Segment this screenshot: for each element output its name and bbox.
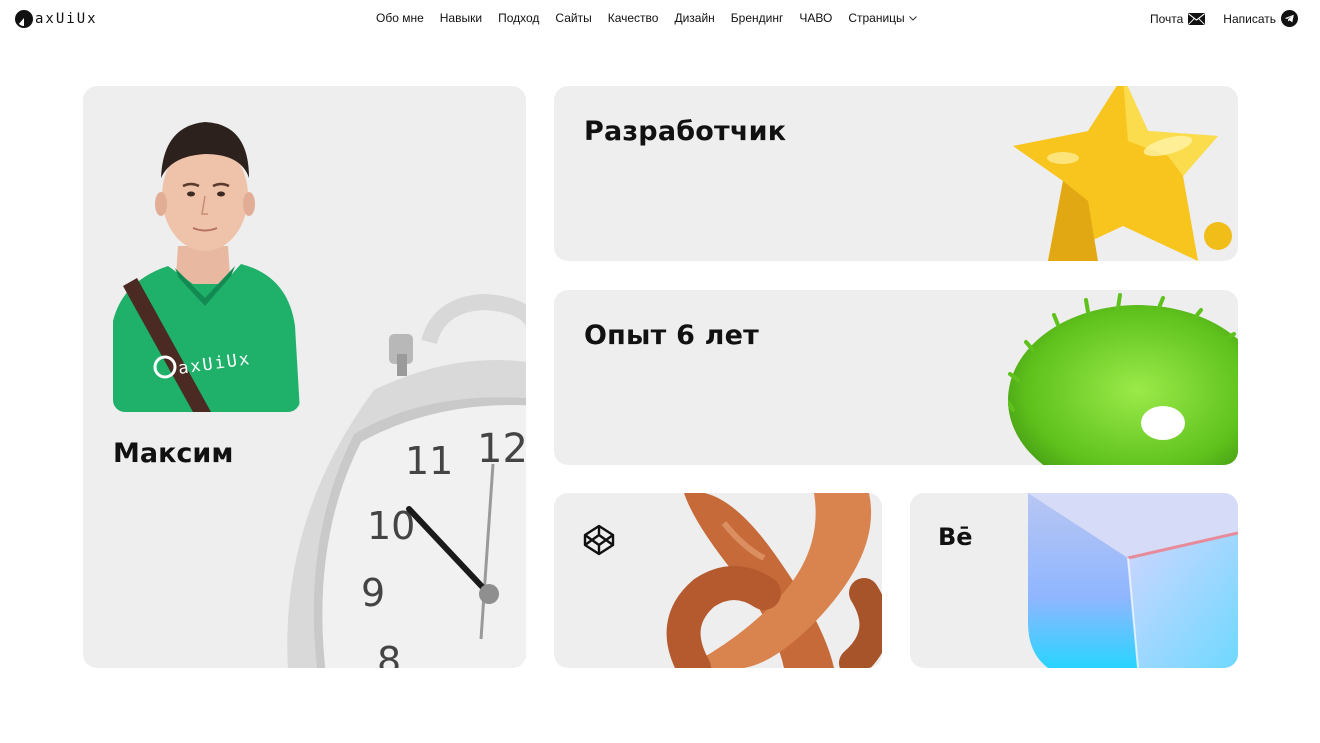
codepen-card[interactable] [554, 493, 882, 668]
nav-pages-label: Страницы [848, 11, 905, 25]
site-header: axUiUx Обо мне Навыки Подход Сайты Качес… [0, 0, 1320, 38]
fur-ring-icon [1008, 293, 1238, 465]
developer-title: Разработчик [584, 116, 787, 147]
header-contacts: Почта Написать [1150, 10, 1298, 27]
logo[interactable]: axUiUx [14, 8, 98, 30]
wooden-knot-icon [666, 493, 882, 668]
nav-quality[interactable]: Качество [600, 10, 667, 26]
nav-skills[interactable]: Навыки [432, 10, 490, 26]
experience-title: Опыт 6 лет [584, 320, 759, 351]
nav-approach[interactable]: Подход [490, 10, 547, 26]
developer-card[interactable]: Разработчик [554, 86, 1238, 261]
nav-pages-dropdown[interactable]: Страницы [840, 10, 925, 26]
nav-design[interactable]: Дизайн [666, 10, 722, 26]
nav-sites[interactable]: Сайты [547, 10, 599, 26]
write-label: Написать [1223, 11, 1276, 26]
profile-photo: axUiUx [113, 116, 300, 412]
clock-number-8: 8 [377, 639, 401, 668]
chevron-down-icon [908, 16, 917, 21]
experience-card[interactable]: Опыт 6 лет [554, 290, 1238, 465]
envelope-icon [1188, 12, 1206, 25]
behance-logo[interactable]: Bē [938, 523, 973, 551]
nav-faq[interactable]: ЧАВО [791, 10, 840, 26]
profile-name: Максим [113, 438, 234, 469]
main-nav: Обо мне Навыки Подход Сайты Качество Диз… [368, 10, 926, 26]
logo-text: axUiUx [35, 11, 98, 27]
nav-about[interactable]: Обо мне [368, 10, 432, 26]
logo-mark-icon [15, 10, 33, 28]
clock-number-12: 12 [477, 426, 526, 472]
star-icon [1013, 86, 1232, 261]
mail-link[interactable]: Почта [1149, 10, 1206, 27]
behance-card[interactable]: Bē [910, 493, 1238, 668]
mail-label: Почта [1149, 11, 1184, 26]
write-link[interactable]: Написать [1223, 10, 1298, 27]
clock-number-9: 9 [361, 571, 385, 615]
clock-number-11: 11 [405, 439, 453, 483]
telegram-icon [1281, 10, 1298, 27]
profile-card[interactable]: axUiUx Максим 12 11 10 9 8 [83, 86, 526, 668]
alarm-clock-icon: 12 11 10 9 8 [287, 294, 526, 668]
codepen-icon[interactable] [583, 524, 615, 556]
glass-cube-icon [1028, 493, 1238, 668]
nav-branding[interactable]: Брендинг [723, 10, 792, 26]
